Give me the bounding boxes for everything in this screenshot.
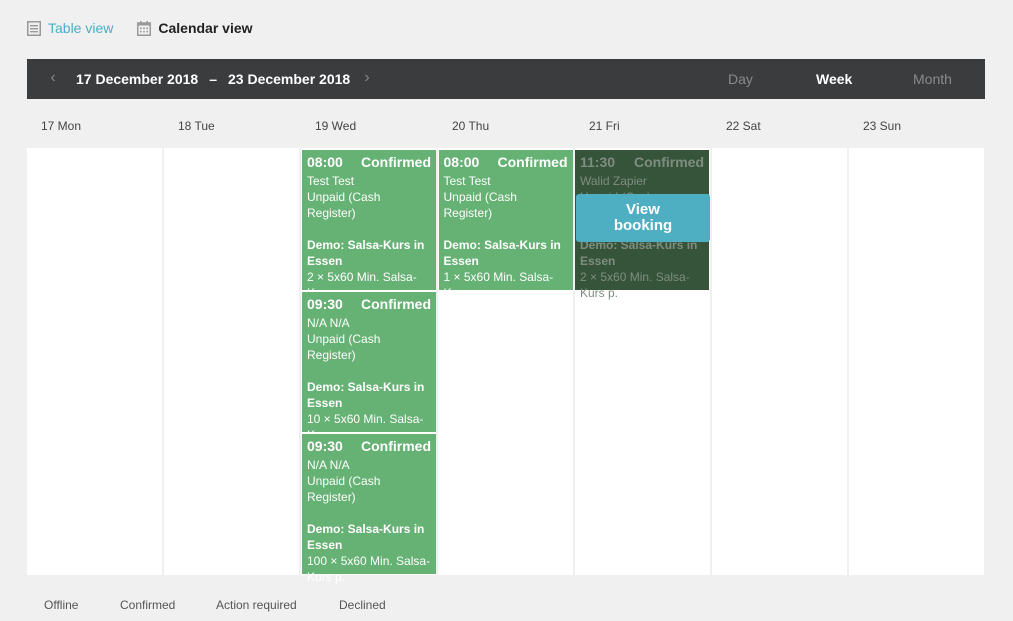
event-header: 09:30 Confirmed [307,437,431,455]
view-booking-label-line2: booking [613,217,673,234]
event-customer: Test Test [307,174,355,188]
mode-day-tab[interactable]: Day [728,59,753,99]
mode-month-tab[interactable]: Month [913,59,952,99]
event-items: 2 × 5x60 Min. Salsa-Kurs p. [580,270,690,300]
booking-event[interactable]: 09:30 Confirmed N/A N/A Unpaid (Cash Regist… [302,292,436,442]
day-header: 23 Sun [863,119,902,133]
view-switch: Table view Calendar view [27,20,253,36]
event-title: Demo: Salsa-Kurs in Essen [443,238,561,268]
status-legend: Offline Confirmed Action required Declined [44,598,386,612]
day-column[interactable] [27,148,162,575]
event-time: 09:30 [307,296,343,312]
calendar-icon [137,20,152,36]
table-view-link[interactable]: Table view [27,20,113,36]
event-items: 1 × 5x60 Min. Salsa-Kurs p. [443,270,554,300]
event-header: 09:30 Confirmed [307,295,431,313]
calendar-view-label: Calendar view [158,20,253,36]
day-column[interactable] [849,148,984,575]
day-headers: 17 Mon 18 Tue 19 Wed 20 Thu 21 Fri 22 Sat 23 S… [27,119,985,139]
event-header: 08:00 Confirmed [444,153,568,171]
event-time: 11:30 [580,154,616,170]
calendar-view-link[interactable]: Calendar view [137,20,253,36]
event-status: Confirmed [497,154,568,170]
day-header: 22 Sat [726,119,761,133]
view-booking-button[interactable]: View booking [576,194,710,242]
event-customer: N/A N/A [307,458,350,472]
date-range: 17 December 2018–23 December 2018 [76,59,350,99]
list-icon [27,20,41,36]
event-time: 08:00 [443,154,480,170]
event-title: Demo: Salsa-Kurs in Essen [307,238,425,268]
day-header: 17 Mon [41,119,82,133]
range-separator: – [209,71,217,87]
day-header: 19 Wed [315,119,357,133]
legend-item: Declined [339,598,386,612]
previous-week-button[interactable]: ‹ [43,59,63,99]
event-payment: Unpaid (Cash Register) [307,474,381,504]
legend-item: Action required [216,598,297,612]
event-time: 08:00 [307,154,343,170]
event-status: Confirmed [361,154,431,170]
next-week-button[interactable]: › [357,59,377,99]
event-items: 100 × 5x60 Min. Salsa-Kurs p. [307,554,431,584]
event-customer: Test Test [443,174,491,188]
booking-event[interactable]: 08:00 Confirmed Test Test Unpaid (Cash Regi… [302,150,436,300]
event-customer: Walid Zapier [580,174,647,188]
view-booking-label-line1: View [626,201,660,218]
event-status: Confirmed [634,154,704,170]
event-payment: Unpaid (Cash Register) [307,332,381,362]
legend-item: Offline [44,598,79,612]
booking-event[interactable]: 09:30 Confirmed N/A N/A Unpaid (Cash Regist… [302,434,436,584]
day-column[interactable] [164,148,299,575]
day-header: 20 Thu [452,119,490,133]
event-payment: Unpaid (Cash Register) [307,190,381,220]
range-start: 17 December 2018 [76,71,199,87]
event-title: Demo: Salsa-Kurs in Essen [307,522,425,552]
day-header: 21 Fri [589,119,620,133]
chevron-right-icon: › [364,69,370,86]
mode-week-tab[interactable]: Week [816,59,852,99]
table-view-label: Table view [48,20,114,36]
calendar-toolbar: ‹ 17 December 2018–23 December 2018 › Da… [27,59,985,99]
event-header: 08:00 Confirmed [307,153,431,171]
booking-event[interactable]: 08:00 Confirmed Test Test Unpaid (Cash Regi… [438,150,573,300]
legend-item: Confirmed [120,598,176,612]
event-payment: Unpaid (Cash Register) [443,190,517,220]
event-status: Confirmed [361,296,431,312]
chevron-left-icon: ‹ [50,69,56,86]
event-status: Confirmed [361,438,431,454]
day-column[interactable] [712,148,847,575]
event-header: 11:30 Confirmed [580,153,704,171]
range-end: 23 December 2018 [228,71,351,87]
event-customer: N/A N/A [307,316,350,330]
event-time: 09:30 [307,438,343,454]
event-title: Demo: Salsa-Kurs in Essen [307,380,425,410]
day-header: 18 Tue [178,119,215,133]
